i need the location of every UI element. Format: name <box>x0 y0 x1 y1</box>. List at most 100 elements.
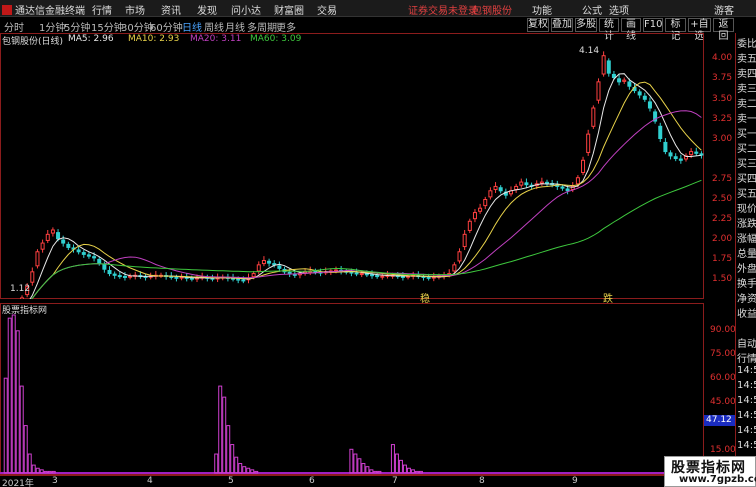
tool-back[interactable]: 返回 <box>713 18 734 42</box>
indicator-bar <box>353 453 358 474</box>
candle-body <box>35 251 40 267</box>
candle-body <box>56 232 61 240</box>
indicator-title: 股票指标网 <box>2 306 48 316</box>
candle-body <box>462 233 467 248</box>
candle-body <box>694 151 699 154</box>
period-5min[interactable]: 5分钟 <box>64 19 90 34</box>
ma5-legend: MA5: 2.96 <box>68 34 114 44</box>
candle-body <box>514 185 519 190</box>
indicator-chart[interactable]: 股票指标网 90.00 75.00 60.00 45.00 15.00 47.1… <box>0 303 736 475</box>
tool-multi-stock[interactable]: 多股 <box>575 18 597 32</box>
indicator-bar <box>222 396 227 474</box>
period-timeshare[interactable]: 分时 <box>4 19 24 34</box>
indicator-tick: 60.00 <box>710 373 736 383</box>
period-15min[interactable]: 15分钟 <box>91 19 124 34</box>
menu-news[interactable]: 资讯 <box>161 2 181 17</box>
indicator-bar <box>226 425 231 474</box>
menu-bar: 通达信金融终端 行情 市场 资讯 发现 问小达 财富圈 交易 证券交易未登录 包… <box>0 0 756 17</box>
auto-toggle[interactable]: 自动 <box>737 335 756 350</box>
indicator-current-value: 47.12 <box>704 415 735 426</box>
main-kline-chart[interactable]: 包钢股份(日线) MA5: 2.96 MA10: 2.93 MA20: 3.11… <box>0 33 732 317</box>
candle-body <box>267 260 272 264</box>
kline-canvas[interactable] <box>0 33 704 317</box>
candle-body <box>637 91 642 96</box>
quote-label: 现价 <box>737 204 756 215</box>
candle-body <box>575 177 580 185</box>
period-30min[interactable]: 30分钟 <box>121 19 154 34</box>
period-1min[interactable]: 1分钟 <box>39 19 65 34</box>
candle-body <box>622 79 627 82</box>
candle-body <box>359 273 364 276</box>
quote-label: 涨跌 <box>737 219 756 230</box>
tool-f10[interactable]: F10 <box>643 18 663 32</box>
tool-add-favorite[interactable]: +自选 <box>688 18 711 42</box>
tick-time: 14:50 <box>737 380 756 391</box>
menu-discover[interactable]: 发现 <box>197 2 217 17</box>
candle-body <box>174 276 179 279</box>
quote-label: 买三 <box>737 159 756 170</box>
indicator-bar <box>11 314 16 474</box>
candle-body <box>375 275 380 278</box>
price-tick: 3.75 <box>712 73 733 83</box>
candle-body <box>591 107 596 127</box>
period-60min[interactable]: 60分钟 <box>150 19 183 34</box>
price-tick: 3.00 <box>712 134 733 144</box>
candle-body <box>112 273 117 276</box>
menu-market[interactable]: 行情 <box>92 2 112 17</box>
tool-adjust[interactable]: 复权 <box>527 18 549 32</box>
indicator-bar <box>15 330 20 474</box>
tool-mark[interactable]: 标记 <box>665 18 686 42</box>
menu-function[interactable]: 功能 <box>532 2 552 17</box>
date-tick: 5 <box>228 476 234 486</box>
trade-login-notice[interactable]: 证券交易未登录 <box>408 2 478 17</box>
candle-body <box>426 276 431 279</box>
candle-body <box>86 254 91 257</box>
candle-body <box>539 181 544 184</box>
indicator-tick: 45.00 <box>710 397 736 407</box>
candle-body <box>66 243 71 248</box>
candle-body <box>483 199 488 207</box>
tool-stats[interactable]: 统计 <box>599 18 619 42</box>
period-weekly[interactable]: 周线 <box>204 19 224 34</box>
candle-body <box>611 73 616 79</box>
quote-panel: 委比 卖五 卖四 卖三 卖二 卖一 买一 买二 买三 买四 买五 现价 涨跌 涨… <box>735 33 756 487</box>
indicator-bar <box>7 317 12 474</box>
menu-markets[interactable]: 市场 <box>125 2 145 17</box>
ma-line-ma5 <box>6 73 702 314</box>
candle-body <box>400 275 405 278</box>
menu-wealth[interactable]: 财富圈 <box>274 2 304 17</box>
app-title-text: 通达信金融终端 <box>15 6 85 17</box>
candle-body <box>76 249 81 253</box>
indicator-bar <box>357 458 362 474</box>
menu-formula[interactable]: 公式 <box>582 2 602 17</box>
chart-frame <box>0 33 704 299</box>
period-multi[interactable]: 多周期 <box>247 19 277 34</box>
price-tick: 4.00 <box>712 53 733 63</box>
period-more[interactable]: 更多 <box>276 19 296 34</box>
quote-label: 买四 <box>737 174 756 185</box>
period-daily[interactable]: 日线 <box>182 19 202 34</box>
candle-body <box>251 273 256 278</box>
tool-draw[interactable]: 画线 <box>621 18 641 42</box>
candle-body <box>457 251 462 262</box>
quote-label: 卖三 <box>737 84 756 95</box>
indicator-canvas[interactable] <box>0 303 704 475</box>
candle-body <box>668 152 673 157</box>
candle-body <box>117 275 122 278</box>
ma20-legend: MA20: 3.11 <box>190 34 242 44</box>
candle-body <box>647 101 652 109</box>
tool-overlay[interactable]: 叠加 <box>551 18 573 32</box>
candle-body <box>45 233 50 241</box>
candle-body <box>581 159 586 173</box>
quote-label: 涨幅 <box>737 234 756 245</box>
stock-link[interactable]: 包钢股份 <box>472 2 512 17</box>
menu-ask[interactable]: 问小达 <box>231 2 261 17</box>
indicator-bar <box>238 463 243 474</box>
period-monthly[interactable]: 月线 <box>225 19 245 34</box>
quote-label: 收益 <box>737 309 756 320</box>
quote-label: 卖五 <box>737 54 756 65</box>
menu-options[interactable]: 选项 <box>609 2 629 17</box>
indicator-bar <box>369 469 374 474</box>
menu-trade[interactable]: 交易 <box>317 2 337 17</box>
menu-guest[interactable]: 游客 <box>714 2 734 17</box>
